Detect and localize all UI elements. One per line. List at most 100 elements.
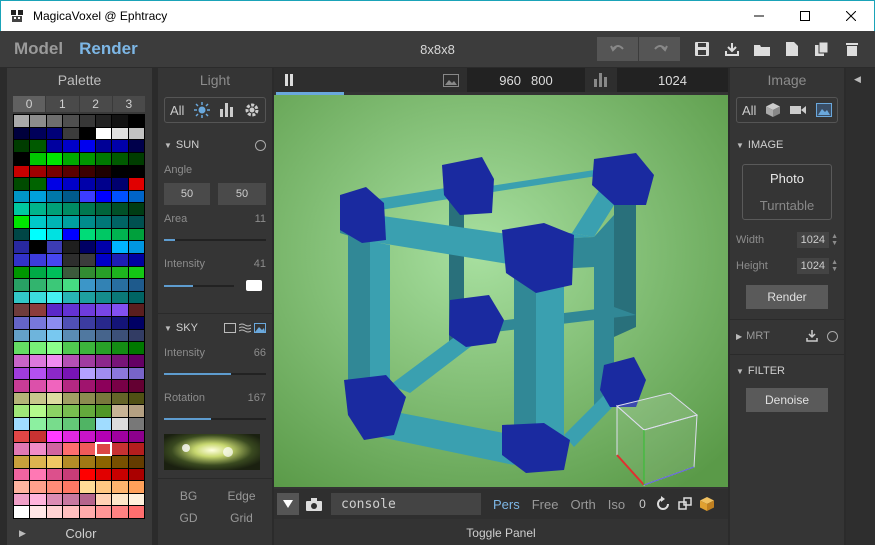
- palette-swatch[interactable]: [46, 405, 63, 417]
- gear-icon[interactable]: [244, 102, 260, 118]
- palette-swatch[interactable]: [30, 506, 46, 518]
- collapse-left-icon[interactable]: ◀: [854, 74, 875, 85]
- rotation-slider[interactable]: [164, 418, 266, 420]
- palette-swatch[interactable]: [79, 380, 95, 392]
- palette-swatch[interactable]: [128, 216, 144, 228]
- palette-swatch[interactable]: [128, 443, 144, 455]
- video-camera-icon[interactable]: [790, 104, 807, 116]
- palette-swatch[interactable]: [63, 291, 79, 304]
- palette-swatch[interactable]: [46, 481, 63, 493]
- cube-icon[interactable]: [766, 103, 781, 117]
- palette-swatch[interactable]: [95, 354, 112, 367]
- render-size-display[interactable]: 960 800: [467, 68, 585, 92]
- palette-swatch[interactable]: [30, 140, 46, 152]
- sun-section-header[interactable]: ▼ SUN: [164, 139, 266, 151]
- palette-swatch[interactable]: [128, 140, 144, 152]
- bar-chart-icon[interactable]: [220, 103, 234, 117]
- palette-swatch[interactable]: [112, 140, 128, 152]
- minimize-button[interactable]: [736, 1, 782, 31]
- palette-swatch[interactable]: [79, 279, 95, 291]
- palette-swatch[interactable]: [30, 291, 46, 304]
- palette-swatch[interactable]: [14, 493, 30, 506]
- palette-swatch[interactable]: [112, 468, 128, 481]
- palette-swatch[interactable]: [46, 216, 63, 228]
- sun-toggle[interactable]: [255, 139, 266, 151]
- palette-swatch[interactable]: [112, 178, 128, 190]
- palette-swatch[interactable]: [30, 493, 46, 506]
- palette-swatch[interactable]: [63, 405, 79, 417]
- palette-swatch[interactable]: [14, 140, 30, 152]
- palette-swatch[interactable]: [63, 418, 79, 430]
- palette-swatch[interactable]: [46, 266, 63, 279]
- palette-swatch[interactable]: [79, 506, 95, 518]
- palette-swatch[interactable]: [14, 506, 30, 518]
- palette-swatch[interactable]: [46, 342, 63, 354]
- palette-swatch[interactable]: [95, 455, 112, 468]
- projection-iso[interactable]: Iso: [608, 497, 625, 512]
- palette-swatch[interactable]: [128, 354, 144, 367]
- palette-swatch[interactable]: [46, 152, 63, 165]
- palette-swatch[interactable]: [112, 380, 128, 392]
- palette-swatch[interactable]: [128, 380, 144, 392]
- projection-free[interactable]: Free: [532, 497, 559, 512]
- render-button[interactable]: Render: [746, 285, 828, 309]
- palette-swatch[interactable]: [46, 115, 63, 127]
- palette-swatch[interactable]: [46, 506, 63, 518]
- palette-swatch[interactable]: [95, 127, 112, 140]
- palette-swatch[interactable]: [46, 430, 63, 443]
- palette-swatch[interactable]: [63, 455, 79, 468]
- palette-swatch[interactable]: [63, 367, 79, 380]
- new-button[interactable]: [777, 37, 807, 61]
- palette-swatch[interactable]: [112, 405, 128, 417]
- palette-swatch[interactable]: [63, 140, 79, 152]
- palette-swatch[interactable]: [63, 443, 79, 455]
- palette-swatch[interactable]: [46, 291, 63, 304]
- palette-swatch[interactable]: [79, 418, 95, 430]
- palette-swatch[interactable]: [46, 329, 63, 342]
- palette-swatch[interactable]: [112, 392, 128, 405]
- palette-swatch[interactable]: [95, 392, 112, 405]
- palette-tab-3[interactable]: 3: [112, 96, 145, 112]
- redo-button[interactable]: [639, 37, 681, 61]
- screenshot-button[interactable]: [303, 493, 325, 515]
- palette-swatch[interactable]: [79, 216, 95, 228]
- palette-swatch[interactable]: [128, 468, 144, 481]
- palette-swatch[interactable]: [79, 228, 95, 241]
- palette-swatch[interactable]: [14, 342, 30, 354]
- palette-swatch[interactable]: [46, 140, 63, 152]
- palette-swatch[interactable]: [95, 291, 112, 304]
- palette-swatch[interactable]: [79, 481, 95, 493]
- palette-swatch[interactable]: [95, 266, 112, 279]
- palette-swatch[interactable]: [14, 455, 30, 468]
- palette-swatch[interactable]: [95, 279, 112, 291]
- palette-swatch[interactable]: [112, 152, 128, 165]
- palette-swatch[interactable]: [46, 367, 63, 380]
- palette-swatch[interactable]: [30, 241, 46, 253]
- mode-model-button[interactable]: Model: [14, 39, 63, 59]
- palette-swatch[interactable]: [30, 152, 46, 165]
- palette-swatch[interactable]: [128, 329, 144, 342]
- bg-toggle[interactable]: BG: [162, 489, 215, 503]
- palette-swatch[interactable]: [14, 405, 30, 417]
- palette-swatch[interactable]: [46, 228, 63, 241]
- palette-swatch[interactable]: [14, 418, 30, 430]
- palette-swatch[interactable]: [112, 329, 128, 342]
- palette-swatch[interactable]: [14, 430, 30, 443]
- palette-swatch[interactable]: [128, 430, 144, 443]
- palette-swatch[interactable]: [128, 190, 144, 203]
- palette-swatch[interactable]: [95, 165, 112, 178]
- palette-swatch[interactable]: [95, 418, 112, 430]
- palette-swatch[interactable]: [128, 165, 144, 178]
- palette-swatch[interactable]: [95, 228, 112, 241]
- palette-swatch[interactable]: [14, 468, 30, 481]
- palette-swatch[interactable]: [79, 253, 95, 266]
- palette-swatch[interactable]: [14, 203, 30, 215]
- palette-swatch[interactable]: [14, 115, 30, 127]
- palette-swatch[interactable]: [46, 165, 63, 178]
- projection-orth[interactable]: Orth: [570, 497, 595, 512]
- export-button[interactable]: [717, 37, 747, 61]
- palette-swatch[interactable]: [30, 405, 46, 417]
- palette-swatch[interactable]: [79, 493, 95, 506]
- palette-swatch[interactable]: [30, 367, 46, 380]
- palette-swatch[interactable]: [14, 127, 30, 140]
